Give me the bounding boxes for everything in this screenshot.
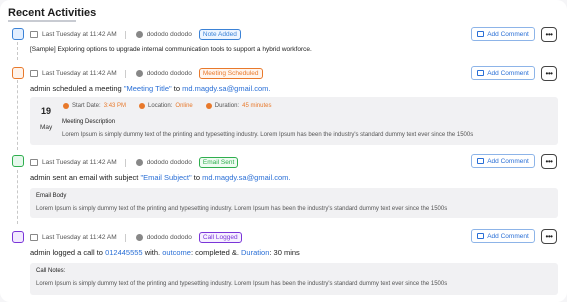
summary-text: to xyxy=(191,173,203,182)
calendar-icon xyxy=(30,31,38,38)
activity-user: dododo dododo xyxy=(146,70,192,77)
summary-text: admin sent an email with subject xyxy=(30,173,141,182)
phone-icon xyxy=(12,231,24,243)
timeline-connector xyxy=(17,170,18,224)
add-comment-button[interactable]: Add Comment xyxy=(471,27,535,41)
activity-meta: Last Tuesday at 11:42 AM dododo dododo N… xyxy=(30,29,241,40)
recent-activities-panel: Recent Activities Last Tuesday at 11:42 … xyxy=(0,0,567,302)
calendar-icon xyxy=(30,70,38,77)
meeting-month: May xyxy=(40,124,53,131)
divider xyxy=(124,233,126,242)
duration-value: 45 minutes xyxy=(242,103,272,109)
status-badge: Call Logged xyxy=(198,232,242,243)
email-link[interactable]: md.magdy.sa@gmail.com. xyxy=(182,84,270,93)
clock-icon xyxy=(63,103,69,109)
activity-meta: Last Tuesday at 11:42 AM dododo dododo E… xyxy=(30,157,239,168)
meeting-summary: admin scheduled a meeting "Meeting Title… xyxy=(30,84,270,93)
email-body-title: Email Body xyxy=(36,193,67,199)
phone-number-link[interactable]: 012445555 xyxy=(105,248,143,257)
email-summary: admin sent an email with subject "Email … xyxy=(30,173,290,182)
summary-text: admin logged a call to xyxy=(30,248,106,257)
more-options-button[interactable]: ••• xyxy=(541,229,557,244)
activity-date: Last Tuesday at 11:42 AM xyxy=(42,234,117,241)
email-link[interactable]: md.magdy.sa@gmail.com. xyxy=(202,173,290,182)
meeting-description-title: Meeting Description xyxy=(62,119,116,125)
activity-date: Last Tuesday at 11:42 AM xyxy=(42,70,117,77)
start-value: 3:43 PM xyxy=(103,103,127,109)
calendar-icon xyxy=(30,234,38,241)
add-comment-button[interactable]: Add Comment xyxy=(471,66,535,80)
meeting-description-text: Lorem Ipsum is simply dummy text of the … xyxy=(62,132,474,138)
summary-text: to xyxy=(171,84,183,93)
email-subject-link[interactable]: "Email Subject" xyxy=(140,173,191,182)
add-comment-label: Add Comment xyxy=(487,30,529,38)
summary-text: admin scheduled a meeting xyxy=(30,84,124,93)
divider xyxy=(124,69,126,78)
activity-user: dododo dododo xyxy=(146,234,192,241)
add-comment-button[interactable]: Add Comment xyxy=(471,154,535,168)
page-title: Recent Activities xyxy=(8,7,97,19)
start-label: Start Date: xyxy=(72,103,101,109)
meeting-details-box: 19 May Start Date: 3:43 PM Location: Onl… xyxy=(30,97,558,145)
email-body-box: Email Body Lorem Ipsum is simply dummy t… xyxy=(30,188,558,218)
outcome-label: outcome xyxy=(162,248,191,257)
duration-label: Duration xyxy=(241,248,270,257)
note-icon xyxy=(12,28,24,40)
more-options-button[interactable]: ••• xyxy=(541,154,557,169)
call-notes-box: Call Notes: Lorem Ipsum is simply dummy … xyxy=(30,263,558,295)
add-comment-label: Add Comment xyxy=(487,232,529,240)
title-underline xyxy=(8,20,76,22)
duration-value: : 30 mins xyxy=(269,248,300,257)
meeting-day: 19 xyxy=(41,106,52,116)
mail-icon xyxy=(12,155,24,167)
meeting-meta: Start Date: 3:43 PM Location: Online Dur… xyxy=(63,103,271,109)
meeting-title-link[interactable]: "Meeting Title" xyxy=(124,84,172,93)
add-comment-label: Add Comment xyxy=(487,69,529,77)
activity-date: Last Tuesday at 11:42 AM xyxy=(42,159,117,166)
divider xyxy=(124,158,126,167)
calendar-icon xyxy=(30,159,38,166)
add-comment-label: Add Comment xyxy=(487,157,529,165)
add-comment-button[interactable]: Add Comment xyxy=(471,229,535,243)
comment-icon xyxy=(477,31,485,37)
status-badge: Email Sent xyxy=(198,157,239,168)
status-badge: Note Added xyxy=(198,29,241,40)
comment-icon xyxy=(477,70,485,76)
summary-text: with. xyxy=(142,248,163,257)
status-badge: Meeting Scheduled xyxy=(198,68,263,79)
user-icon xyxy=(135,159,143,166)
activity-meta: Last Tuesday at 11:42 AM dododo dododo C… xyxy=(30,232,242,243)
more-options-button[interactable]: ••• xyxy=(541,27,557,42)
timeline-connector xyxy=(17,80,18,150)
note-text: [Sample] Exploring options to upgrade in… xyxy=(30,46,312,53)
location-label: Location: xyxy=(148,103,173,109)
user-icon xyxy=(135,234,143,241)
comment-icon xyxy=(477,233,485,239)
location-value: Online xyxy=(175,103,193,109)
user-icon xyxy=(135,70,143,77)
timeline-connector xyxy=(17,42,18,60)
call-summary: admin logged a call to 012445555 with. o… xyxy=(30,248,300,257)
duration-icon xyxy=(205,103,212,109)
activity-meta: Last Tuesday at 11:42 AM dododo dododo M… xyxy=(30,68,263,79)
outcome-value: : completed &. xyxy=(190,248,242,257)
divider xyxy=(124,30,126,39)
calendar-icon xyxy=(12,67,24,79)
duration-label: Duration: xyxy=(214,103,240,109)
user-icon xyxy=(135,31,143,38)
call-notes-title: Call Notes: xyxy=(36,268,66,274)
activity-user: dododo dododo xyxy=(146,31,192,38)
activity-date: Last Tuesday at 11:42 AM xyxy=(42,31,117,38)
location-icon xyxy=(139,103,146,109)
call-notes-text: Lorem Ipsum is simply dummy text of the … xyxy=(36,281,448,287)
email-body-text: Lorem Ipsum is simply dummy text of the … xyxy=(36,206,448,212)
activity-user: dododo dododo xyxy=(146,159,192,166)
comment-icon xyxy=(477,158,485,164)
more-options-button[interactable]: ••• xyxy=(541,66,557,81)
